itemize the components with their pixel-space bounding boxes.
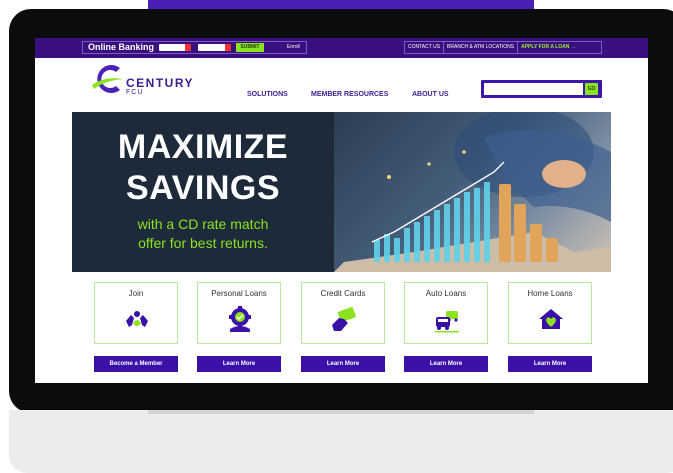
card-credit-cards[interactable]: Credit Cards: [301, 282, 385, 344]
credit-cards-learn-more-button[interactable]: Learn More: [301, 356, 385, 372]
card-title: Home Loans: [527, 289, 573, 298]
utility-links: CONTACT US BRANCH & ATM LOCATIONS APPLY …: [404, 41, 602, 54]
submit-button[interactable]: SUBMIT: [236, 43, 264, 52]
card-title: Personal Loans: [211, 289, 267, 298]
enroll-link[interactable]: Enroll: [287, 44, 300, 51]
hero-headline-line2: SAVINGS: [125, 169, 280, 207]
century-logo-icon[interactable]: [90, 63, 126, 95]
username-field[interactable]: [159, 44, 191, 51]
card-join[interactable]: Join: [94, 282, 178, 344]
brand-sub: FCU: [126, 89, 144, 96]
auto-loans-learn-more-button[interactable]: Learn More: [404, 356, 488, 372]
hero-text-panel: MAXIMIZE SAVINGS with a CD rate match of…: [72, 112, 334, 272]
chat-widget-icon[interactable]: [640, 347, 648, 361]
brand-name: CENTURY: [126, 76, 195, 90]
card-title: Join: [128, 289, 144, 298]
hero-subtext-line2: offer for best returns.: [138, 235, 268, 251]
hero-headline-line1: MAXIMIZE: [117, 128, 289, 166]
member-hands-icon: [126, 311, 148, 327]
card-home-loans[interactable]: Home Loans: [508, 282, 592, 344]
search-input[interactable]: [484, 83, 583, 95]
credit-card-icon: [332, 307, 356, 331]
utility-bar: Online Banking SUBMIT Enroll CONTACT US …: [35, 38, 648, 58]
website-screen: Online Banking SUBMIT Enroll CONTACT US …: [35, 38, 648, 383]
hero-banner[interactable]: MAXIMIZE SAVINGS with a CD rate match of…: [72, 112, 611, 272]
branch-atm-link[interactable]: BRANCH & ATM LOCATIONS: [444, 42, 519, 53]
search-bar: GO: [481, 80, 602, 98]
gear-check-icon: [229, 306, 251, 332]
home-heart-icon: [539, 309, 563, 329]
home-loans-learn-more-button[interactable]: Learn More: [508, 356, 592, 372]
cars-icon: [435, 311, 459, 333]
card-auto-loans[interactable]: Auto Loans: [404, 282, 488, 344]
contact-us-link[interactable]: CONTACT US: [405, 42, 445, 53]
online-banking-label: Online Banking: [88, 42, 155, 52]
hero-photo: [334, 112, 611, 272]
nav-about-us[interactable]: ABOUT US: [412, 91, 449, 98]
monitor-chin: [9, 410, 673, 473]
field-indicator-icon: [225, 44, 231, 51]
monitor-chin-edge: [148, 410, 534, 414]
growth-chart-illustration: [334, 112, 611, 272]
password-field[interactable]: [198, 44, 231, 51]
search-go-button[interactable]: GO: [585, 83, 598, 95]
nav-solutions[interactable]: SOLUTIONS: [247, 91, 288, 98]
apply-for-loan-link[interactable]: APPLY FOR A LOAN →: [518, 42, 579, 53]
card-title: Auto Loans: [425, 289, 467, 298]
become-a-member-button[interactable]: Become a Member: [94, 356, 178, 372]
hero-subtext-line1: with a CD rate match: [137, 216, 269, 232]
nav-member-resources[interactable]: MEMBER RESOURCES: [311, 91, 388, 98]
field-indicator-icon: [185, 44, 191, 51]
card-personal-loans[interactable]: Personal Loans: [197, 282, 281, 344]
personal-loans-learn-more-button[interactable]: Learn More: [197, 356, 281, 372]
card-title: Credit Cards: [320, 289, 366, 298]
